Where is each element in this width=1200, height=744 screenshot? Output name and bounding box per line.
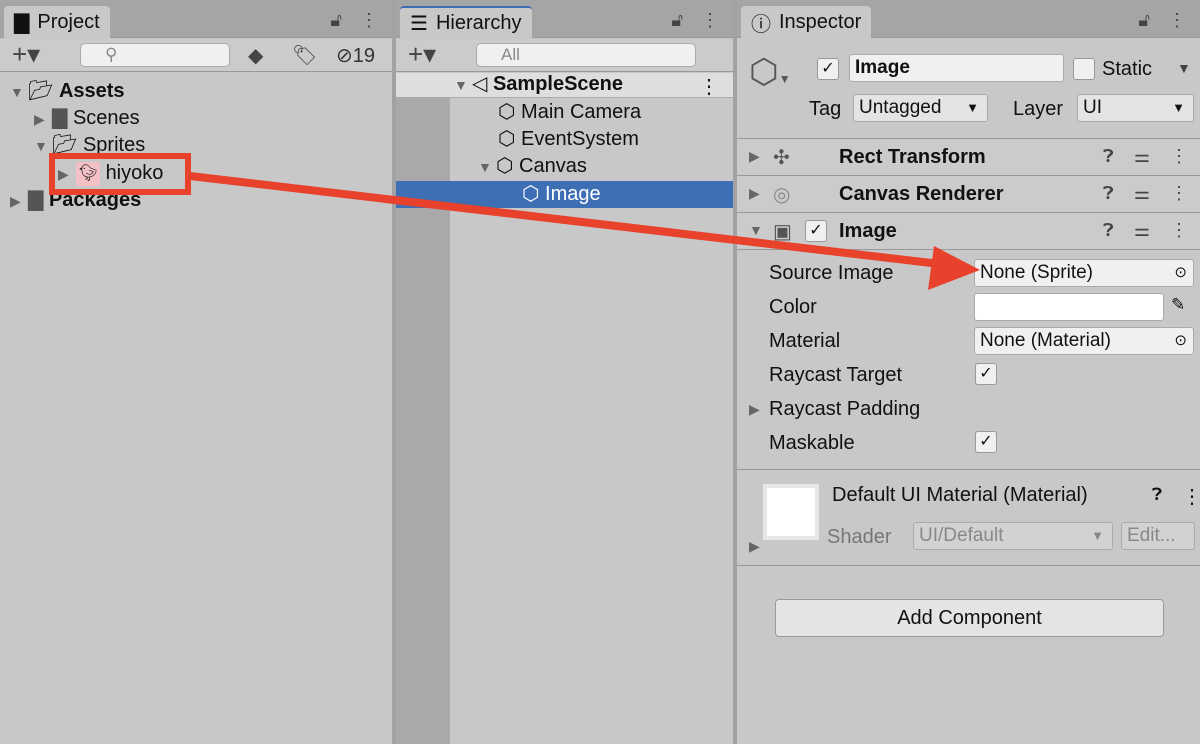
- arrow-shaft: [189, 172, 941, 268]
- arrow-head: [928, 246, 980, 290]
- annotation-arrow: [189, 172, 980, 290]
